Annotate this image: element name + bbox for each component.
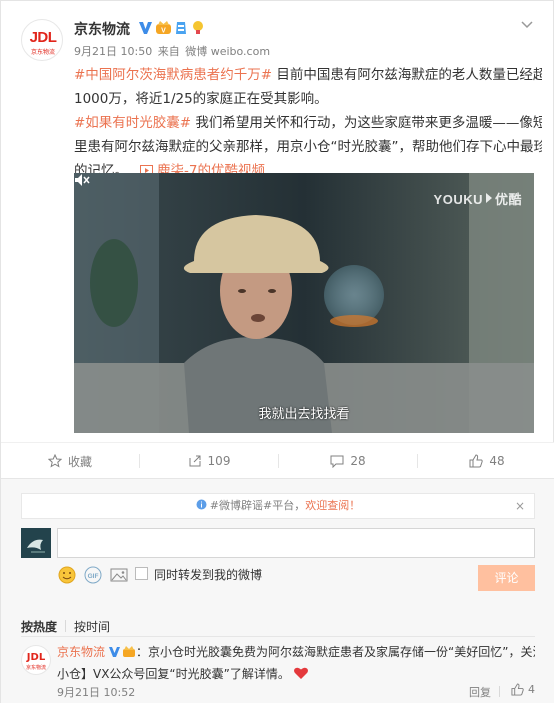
avatar-logo-subtext: 京东物流	[30, 49, 55, 56]
comment-divider-line	[21, 636, 535, 637]
comment-button[interactable]: 28	[279, 443, 417, 479]
weibo-post-card: JDL 京东物流 京东物流 V 9月21日 10:50 来自 微博 weibo.…	[0, 0, 554, 703]
svg-text:GIF: GIF	[88, 573, 99, 580]
commenter-avatar[interactable]: JDL 京东物流	[21, 645, 51, 675]
mute-icon[interactable]	[74, 173, 90, 187]
hashtag-link[interactable]: #中国阿尔茨海默病患者约千万#	[74, 67, 272, 83]
video-frame-image	[74, 173, 534, 433]
post-header: JDL 京东物流 京东物流 V 9月21日 10:50 来自 微博 weibo.…	[1, 1, 554, 63]
comment-line: 小仓】VX公众号回复“时光胶囊”了解详情。	[57, 663, 535, 685]
repost-checkbox[interactable]	[135, 567, 148, 580]
thumbs-up-icon	[511, 683, 524, 696]
comment-body: 小仓】VX公众号回复“时光胶囊”了解详情。	[57, 667, 290, 681]
post-text-line: #如果有时光胶囊# 我们希望用关怀和行动，为这些家庭带来更多温暖——像短片	[74, 111, 542, 135]
post-meta: 9月21日 10:50 来自 微博 weibo.com	[74, 43, 272, 59]
post-actions-bar: 收藏 109 28 48	[1, 442, 554, 478]
vip-crown-icon[interactable]: V	[155, 19, 172, 36]
chevron-down-icon[interactable]	[520, 17, 534, 31]
comment-date[interactable]: 9月21日 10:52	[57, 684, 135, 700]
comment-line: 京东物流 ：京小仓时光胶囊免费为阿尔兹海默症患者及家属存储一份“美好回忆”，关注【…	[57, 641, 535, 663]
hashtag-link[interactable]: #如果有时光胶囊#	[74, 115, 191, 131]
youku-brand: YOUKU	[433, 192, 483, 207]
notice-link[interactable]: 欢迎查阅！	[305, 499, 360, 512]
rumor-notice-banner[interactable]: #微博辟谣#平台，欢迎查阅！ ×	[21, 493, 535, 519]
post-source[interactable]: 微博 weibo.com	[185, 45, 270, 58]
repost-checkbox-label[interactable]: 同时转发到我的微博	[154, 566, 262, 583]
author-avatar[interactable]: JDL 京东物流	[21, 19, 63, 61]
commenter-name[interactable]: 京东物流	[57, 645, 105, 659]
member-badge-icon[interactable]	[174, 19, 188, 36]
commenter-avatar-text: JDL	[26, 652, 46, 663]
sort-by-time[interactable]: 按时间	[74, 620, 110, 634]
comment-text: 京东物流 ：京小仓时光胶囊免费为阿尔兹海默症患者及家属存储一份“美好回忆”，关注【…	[57, 641, 535, 685]
repost-count: 109	[207, 454, 231, 468]
notice-text: #微博辟谣#平台，	[209, 499, 306, 512]
favorite-button[interactable]: 收藏	[1, 443, 139, 479]
comment-sort-bar: 按热度 按时间	[21, 618, 110, 635]
comment-body: ：京小仓时光胶囊免费为阿尔兹海默症患者及家属存储一份“美好回忆”，关注【京	[136, 645, 535, 659]
post-text: #中国阿尔茨海默病患者约千万# 目前中国患有阿尔兹海默症的老人数量已经超过 10…	[74, 63, 542, 183]
from-label: 来自	[157, 45, 180, 58]
post-text-line: #中国阿尔茨海默病患者约千万# 目前中国患有阿尔兹海默症的老人数量已经超过	[74, 63, 542, 87]
like-button[interactable]: 48	[418, 443, 554, 479]
comment-input[interactable]	[57, 528, 535, 558]
youku-watermark: YOUKU 优酷	[434, 189, 522, 208]
comment-like-button[interactable]: 4	[511, 683, 535, 696]
video-subtitle: 我就出去找找看	[258, 407, 350, 422]
comment-section: #微博辟谣#平台，欢迎查阅！ × GIF 同时转发到我的微博 评论 按热度 按时间…	[1, 478, 554, 703]
my-avatar[interactable]	[21, 528, 51, 558]
post-text-span: 我们希望用关怀和行动，为这些家庭带来更多温暖——像短片	[191, 115, 542, 131]
verified-v-icon[interactable]	[138, 19, 153, 36]
repost-icon	[189, 455, 201, 467]
post-date[interactable]: 9月21日 10:50	[74, 45, 152, 58]
comment-reply-button[interactable]: 回复	[469, 684, 491, 700]
emoji-icon[interactable]	[57, 565, 77, 585]
svg-text:V: V	[161, 28, 166, 35]
comment-action-divider	[499, 686, 500, 697]
avatar-logo-text: JDL	[29, 29, 57, 46]
post-text-line: 1000万，将近1/25的家庭正在受其影响。	[74, 91, 328, 107]
comment-like-count: 4	[528, 683, 535, 696]
verified-v-icon	[109, 647, 121, 657]
vip-crown-icon	[123, 646, 136, 657]
sort-by-hot[interactable]: 按热度	[21, 620, 57, 634]
comment-submit-button[interactable]: 评论	[478, 565, 535, 591]
sort-divider	[65, 620, 67, 632]
play-triangle-icon	[485, 193, 492, 203]
info-icon	[196, 499, 207, 510]
comment-icon	[330, 455, 344, 468]
star-icon	[47, 454, 62, 468]
my-avatar-image	[21, 528, 51, 558]
light-bulb-icon[interactable]	[191, 19, 205, 36]
post-text-line: 里患有阿尔兹海默症的父亲那样，用京小仓“时光胶囊”，帮助他们存下心中最珍贵	[74, 139, 542, 155]
favorite-label: 收藏	[67, 454, 92, 469]
image-icon[interactable]	[109, 565, 129, 585]
post-text-span: 目前中国患有阿尔兹海默症的老人数量已经超过	[272, 67, 542, 83]
youku-brand-cn: 优酷	[494, 192, 522, 207]
thumbs-up-icon	[469, 454, 484, 468]
comment-count: 28	[350, 454, 366, 468]
gif-icon[interactable]: GIF	[83, 565, 103, 585]
video-player[interactable]: YOUKU 优酷 我就出去找找看	[74, 173, 534, 433]
repost-button[interactable]: 109	[140, 443, 278, 479]
author-name[interactable]: 京东物流	[74, 19, 130, 39]
commenter-avatar-subtext: 京东物流	[25, 665, 46, 671]
close-icon[interactable]: ×	[515, 494, 525, 518]
heart-icon	[293, 667, 308, 679]
like-count: 48	[489, 454, 505, 468]
